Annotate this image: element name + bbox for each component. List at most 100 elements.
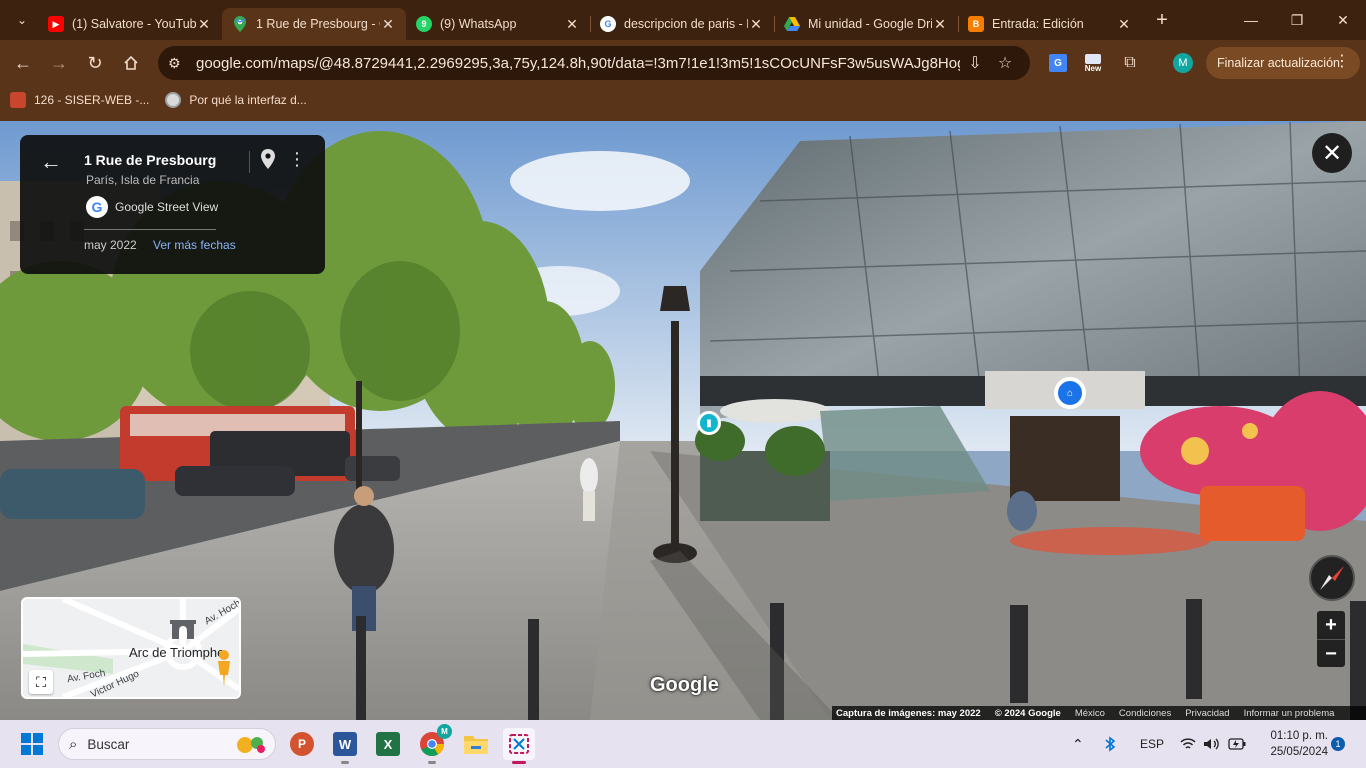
tab-title: (1) Salvatore - YouTube	[72, 17, 196, 31]
reload-icon[interactable]: ↻	[78, 46, 112, 80]
search-highlight-icon	[233, 733, 267, 755]
more-vert-icon[interactable]: ⋮	[288, 149, 306, 169]
place-marker-icon[interactable]: ▮	[697, 411, 721, 435]
taskbar-search[interactable]: ⌕ Buscar	[58, 728, 276, 760]
windows-taskbar: ⌕ Buscar P W X M ⌃ ESP 01:10 p. m. 25/05…	[0, 720, 1366, 768]
system-clock[interactable]: 01:10 p. m. 25/05/2024	[1256, 728, 1328, 760]
zoom-in-button[interactable]: +	[1317, 611, 1345, 639]
language-indicator[interactable]: ESP	[1140, 720, 1164, 768]
close-tab-icon[interactable]: ✕	[380, 16, 396, 33]
profile-initial: M	[1173, 53, 1193, 73]
compass-icon[interactable]	[1309, 555, 1355, 601]
bluetooth-icon[interactable]	[1104, 720, 1116, 768]
minimize-icon[interactable]: —	[1228, 0, 1274, 40]
siser-icon	[10, 92, 26, 108]
maps-icon	[232, 16, 248, 32]
tab-title: Entrada: Edición	[992, 17, 1084, 31]
tab-youtube[interactable]: ▶ (1) Salvatore - YouTube ✕	[38, 8, 223, 40]
chrome-profile-badge: M	[437, 724, 452, 739]
google-icon: G	[600, 16, 616, 32]
powerpoint-app-icon[interactable]: P	[286, 728, 318, 760]
zoom-out-button[interactable]: −	[1317, 640, 1345, 668]
bookmark-interfaz[interactable]: Por qué la interfaz d...	[165, 92, 307, 108]
attribution-bar: Captura de imágenes: may 2022 © 2024 Goo…	[832, 706, 1366, 720]
new-badge: New	[1084, 63, 1102, 73]
minimap[interactable]: Av. Hoch Av. Foch Victor Hugo Arc de Tri…	[21, 597, 241, 699]
privacy-link[interactable]: Privacidad	[1185, 708, 1229, 719]
close-icon: ✕	[1321, 139, 1343, 167]
windows-start-icon[interactable]	[20, 732, 44, 756]
landmark-label: Arc de Triomphe	[129, 645, 225, 660]
globe-icon	[165, 92, 182, 108]
map-pin-icon[interactable]	[260, 149, 276, 174]
bookmark-label: 126 - SISER-WEB -...	[34, 93, 150, 107]
site-info-icon[interactable]: ⚙	[168, 55, 188, 72]
clock-date: 25/05/2024	[1270, 746, 1328, 758]
close-tab-icon[interactable]: ✕	[1116, 16, 1132, 33]
tab-drive[interactable]: Mi unidad - Google Drive ✕	[774, 8, 959, 40]
bookmark-siser[interactable]: 126 - SISER-WEB -...	[10, 92, 149, 108]
tab-title: Mi unidad - Google Drive	[808, 17, 932, 31]
zoom-controls: + −	[1317, 611, 1345, 667]
capture-date: may 2022	[84, 238, 137, 252]
tab-blogger[interactable]: B Entrada: Edición ✕	[958, 8, 1142, 40]
finish-update-button[interactable]: Finalizar actualización ⋮	[1206, 47, 1360, 79]
bookmarks-bar: 126 - SISER-WEB -... Por qué la interfaz…	[0, 86, 1366, 114]
location-info-card: ← 1 Rue de Presbourg París, Isla de Fran…	[20, 135, 325, 274]
region-label: París, Isla de Francia	[86, 173, 200, 187]
tab-google-search[interactable]: G descripcion de paris - Buscar con Goog…	[590, 8, 775, 40]
tab-whatsapp[interactable]: 9 (9) WhatsApp ✕	[406, 8, 591, 40]
expand-map-button[interactable]: ⛶	[29, 670, 53, 694]
restore-icon[interactable]: ❐	[1274, 0, 1320, 40]
home-icon[interactable]	[114, 46, 148, 80]
close-tab-icon[interactable]: ✕	[196, 16, 212, 33]
install-app-icon[interactable]: ⇩	[960, 53, 990, 73]
terms-link[interactable]: Condiciones	[1119, 708, 1171, 719]
volume-icon[interactable]	[1203, 720, 1219, 768]
google-watermark: Google	[650, 674, 719, 696]
close-tab-icon[interactable]: ✕	[564, 16, 580, 33]
copyright-label: © 2024 Google	[994, 707, 1061, 719]
battery-icon[interactable]	[1228, 720, 1246, 768]
chevron-up-icon: ⌃	[1072, 735, 1084, 752]
snipping-tool-icon[interactable]	[503, 728, 535, 764]
more-vert-icon[interactable]: ⋮	[1334, 53, 1350, 71]
extensions-puzzle-icon[interactable]: ⧉	[1117, 50, 1143, 76]
news-extension-icon[interactable]: New	[1080, 50, 1106, 76]
chrome-app-icon[interactable]: M	[416, 724, 452, 764]
show-hidden-icons[interactable]: ⌃	[1072, 720, 1084, 768]
drive-icon	[784, 16, 800, 32]
chevron-down-icon: ⌄	[16, 13, 28, 27]
close-tab-icon[interactable]: ✕	[932, 16, 948, 33]
translate-extension-icon[interactable]: G	[1045, 50, 1071, 76]
tab-maps[interactable]: 1 Rue de Presbourg - Google Maps ✕	[222, 8, 406, 40]
tab-search-button[interactable]: ⌄	[6, 6, 38, 34]
report-problem-link[interactable]: Informar un problema	[1244, 708, 1335, 719]
file-explorer-icon[interactable]	[460, 728, 492, 760]
address-bar[interactable]: ⚙ google.com/maps/@48.8729441,2.2969295,…	[158, 46, 1030, 80]
wifi-icon[interactable]	[1180, 720, 1196, 768]
back-arrow-icon[interactable]: ←	[40, 149, 62, 175]
bookmark-star-icon[interactable]: ☆	[990, 53, 1020, 73]
new-tab-button[interactable]: +	[1148, 6, 1176, 34]
back-arrow-icon[interactable]: ←	[6, 46, 40, 80]
close-street-view-button[interactable]: ✕	[1312, 133, 1352, 173]
tab-title: 1 Rue de Presbourg - Google Maps	[256, 17, 380, 31]
address-title: 1 Rue de Presbourg	[84, 152, 217, 168]
close-window-icon[interactable]: ✕	[1320, 0, 1366, 40]
pegman-icon[interactable]	[213, 649, 235, 694]
window-controls: — ❐ ✕	[1228, 0, 1366, 40]
forward-arrow-icon[interactable]: →	[42, 46, 76, 80]
excel-app-icon[interactable]: X	[372, 728, 404, 760]
shopping-bag-marker-icon[interactable]: ⌂	[1054, 377, 1086, 409]
blogger-icon: B	[968, 16, 984, 32]
profile-avatar[interactable]: M	[1170, 50, 1196, 76]
tab-strip: ⌄ ▶ (1) Salvatore - YouTube ✕ 1 Rue de P…	[0, 0, 1366, 40]
country-link[interactable]: México	[1075, 708, 1105, 719]
see-more-dates-link[interactable]: Ver más fechas	[153, 238, 236, 252]
url-text[interactable]: google.com/maps/@48.8729441,2.2969295,3a…	[196, 55, 960, 72]
close-tab-icon[interactable]: ✕	[748, 16, 764, 33]
word-app-icon[interactable]: W	[329, 728, 361, 764]
bookmark-label: Por qué la interfaz d...	[189, 93, 307, 107]
notification-badge[interactable]: 1	[1331, 737, 1345, 751]
